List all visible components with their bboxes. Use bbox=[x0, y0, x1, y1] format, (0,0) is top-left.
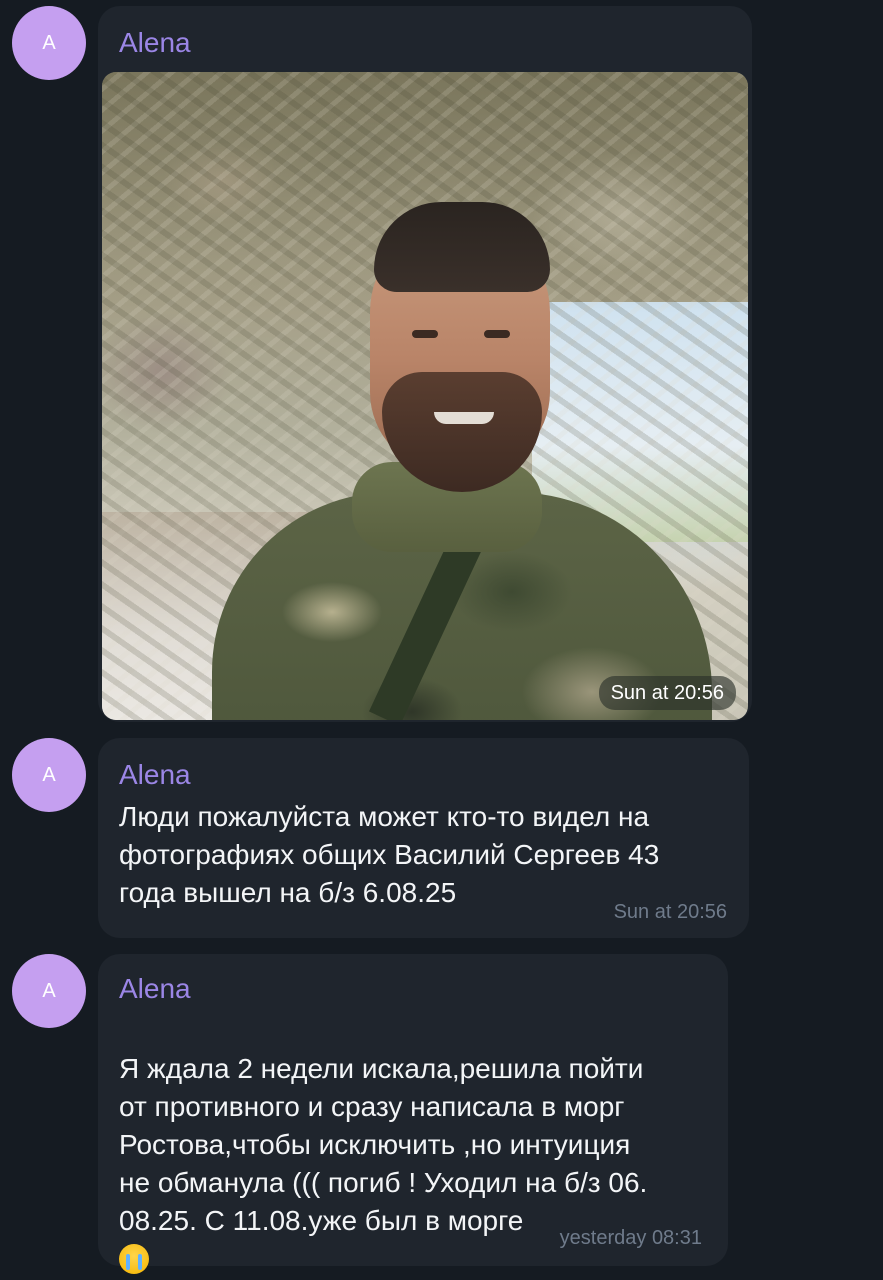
message-text: Люди пожалуйста может кто-то видел на фо… bbox=[119, 801, 660, 908]
avatar-letter: A bbox=[42, 979, 56, 1002]
message-time: yesterday 08:31 bbox=[559, 1227, 702, 1249]
avatar[interactable]: A bbox=[12, 6, 86, 80]
avatar-letter: A bbox=[42, 763, 56, 786]
text-message-bubble[interactable]: Alena Я ждала 2 недели искала,решила пой… bbox=[98, 954, 728, 1274]
crying-face-emoji-icon bbox=[119, 1244, 149, 1274]
text-message-bubble[interactable]: Alena Люди пожалуйста может кто-то видел… bbox=[98, 738, 749, 938]
sender-name[interactable]: Alena bbox=[119, 972, 191, 1006]
message-photo[interactable]: Sun at 20:56 bbox=[102, 72, 748, 720]
message-text: Я ждала 2 недели искала,решила пойти от … bbox=[119, 1053, 648, 1236]
message-time: Sun at 20:56 bbox=[613, 901, 727, 923]
photo-message-bubble[interactable]: Alena Sun at 20:56 bbox=[98, 6, 752, 722]
sender-name[interactable]: Alena bbox=[119, 26, 191, 60]
avatar[interactable]: A bbox=[12, 738, 86, 812]
avatar[interactable]: A bbox=[12, 954, 86, 1028]
avatar-letter: A bbox=[42, 31, 56, 54]
message-time: Sun at 20:56 bbox=[598, 676, 736, 710]
sender-name[interactable]: Alena bbox=[119, 758, 191, 792]
chat-view[interactable]: A Alena Sun at 20:56 A Alena Люди пожалу… bbox=[0, 0, 883, 1280]
